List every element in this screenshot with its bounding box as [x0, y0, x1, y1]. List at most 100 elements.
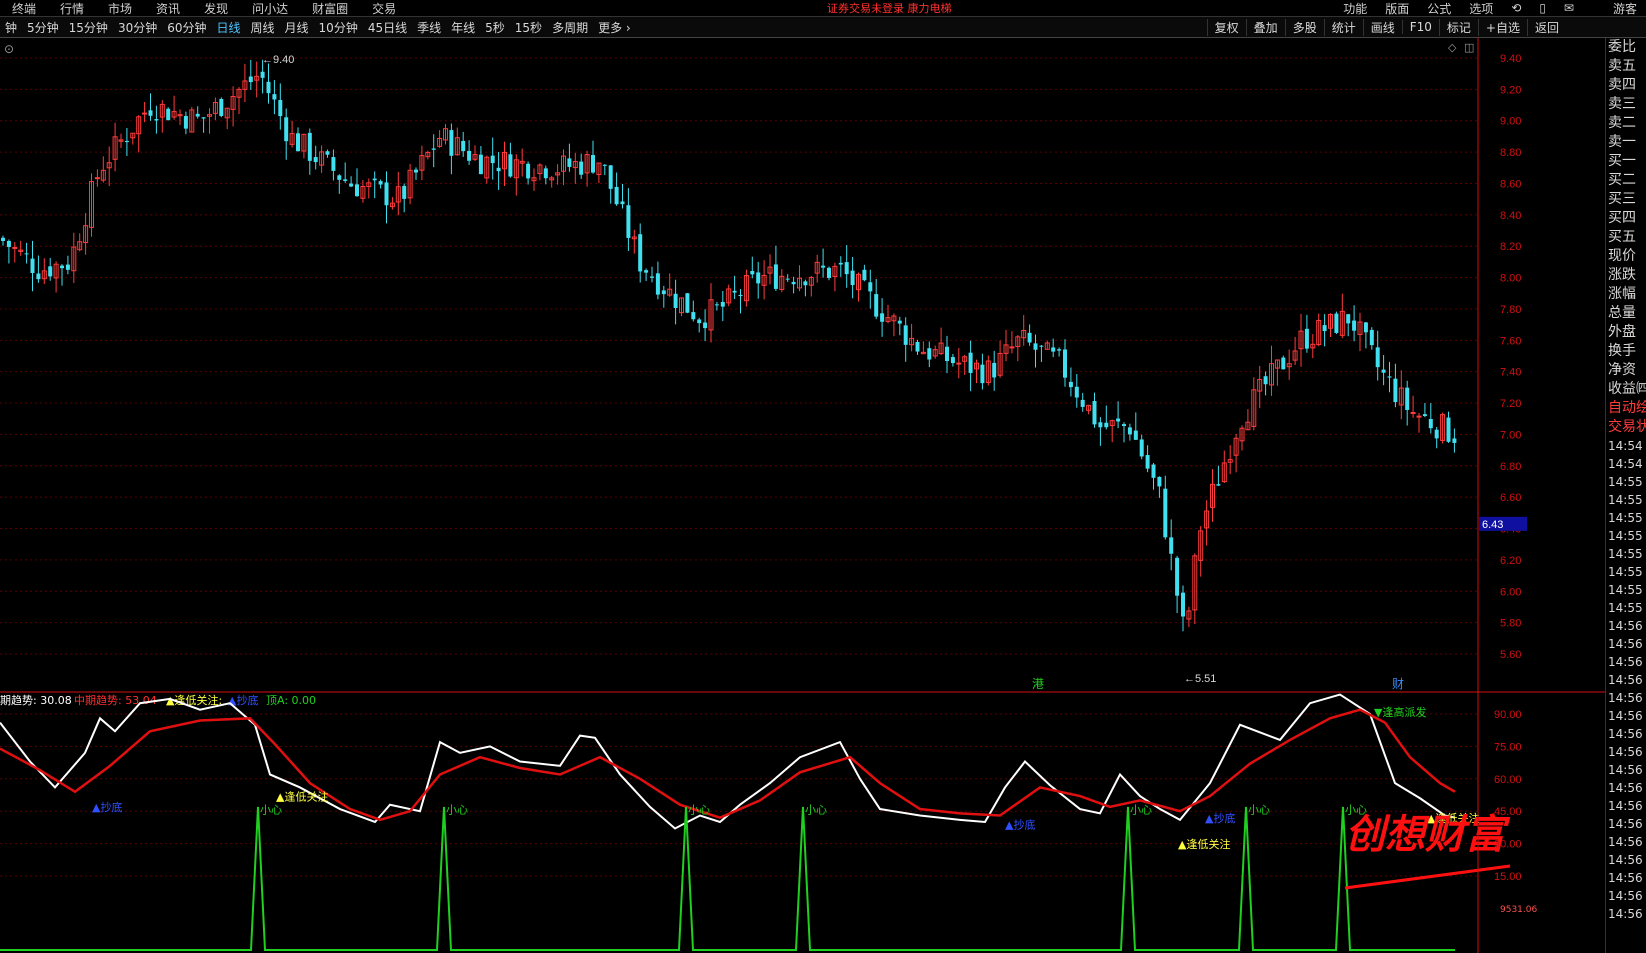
candle-body-down [260, 71, 265, 78]
period-5sec[interactable]: 5秒 [480, 19, 510, 36]
period-60min[interactable]: 60分钟 [162, 19, 211, 36]
period-15sec[interactable]: 15秒 [510, 19, 547, 36]
period-yearly[interactable]: 年线 [446, 19, 480, 36]
tool-mark[interactable]: 标记 [1438, 18, 1478, 36]
period-5min[interactable]: 5分钟 [22, 19, 64, 36]
menu-discover[interactable]: 发现 [192, 0, 240, 17]
indicator-tick-label: 75.00 [1494, 741, 1522, 753]
menu-formula[interactable]: 公式 [1418, 0, 1460, 17]
quote-field-label: 卖二 [1608, 115, 1636, 131]
candle-body-down [773, 264, 778, 289]
candle-body-down [343, 179, 348, 181]
candle-body-up [142, 112, 148, 115]
candle-body-down [1181, 592, 1185, 617]
candle-body-down [1369, 329, 1374, 346]
candle-body-down [1127, 427, 1132, 435]
menu-options[interactable]: 选项 [1460, 0, 1502, 17]
low-price-label: ←5.51 [1184, 673, 1216, 685]
phone-icon[interactable]: ▯ [1530, 1, 1555, 15]
period-10min[interactable]: 10分钟 [314, 19, 363, 36]
candle-body-down [1157, 476, 1162, 487]
tick-time: 14:56 [1608, 799, 1643, 813]
candle-body-down [720, 301, 725, 307]
tool-multistock[interactable]: 多股 [1284, 18, 1324, 36]
indicator-tick-label: 45.00 [1494, 806, 1522, 818]
corner-value: 9531.06 [1500, 905, 1537, 915]
candle-body-down [608, 165, 613, 189]
candle-body-down [880, 313, 885, 322]
period-quarterly[interactable]: 季线 [412, 19, 446, 36]
menu-function[interactable]: 功能 [1334, 0, 1376, 17]
candle-body-down [1175, 557, 1180, 596]
candle-body-up [956, 362, 962, 365]
menu-market[interactable]: 市场 [96, 0, 144, 17]
quote-field-label: 买五 [1608, 229, 1636, 245]
tool-add-watchlist[interactable]: +自选 [1477, 18, 1527, 36]
candle-body-down [614, 186, 619, 205]
menu-community[interactable]: 财富圈 [300, 0, 360, 17]
period-45day[interactable]: 45日线 [363, 19, 412, 36]
period-monthly[interactable]: 月线 [280, 19, 314, 36]
candle-body-down [844, 262, 849, 275]
quote-field-label: 卖一 [1608, 134, 1636, 150]
candle-body-down [431, 148, 436, 150]
candle-body-down [154, 119, 159, 121]
tool-f10[interactable]: F10 [1401, 20, 1439, 34]
tick-time: 14:56 [1608, 619, 1643, 633]
quote-field-label: 净资 [1608, 362, 1636, 378]
caution-label: 小心 [688, 803, 710, 816]
period-15min[interactable]: 15分钟 [64, 19, 113, 36]
quote-field-label: 涨跌 [1608, 267, 1636, 283]
tool-stats[interactable]: 统计 [1323, 18, 1363, 36]
candle-body-down [868, 282, 873, 292]
tick-time: 14:55 [1608, 475, 1643, 489]
caution-label: 小心 [805, 803, 827, 816]
menu-assistant[interactable]: 问小达 [240, 0, 300, 17]
user-label[interactable]: 游客 [1583, 0, 1646, 17]
top-sell-label: ▼逢高派发 [1374, 705, 1426, 719]
mail-icon[interactable]: ✉ [1555, 1, 1583, 15]
period-daily[interactable]: 日线 [212, 19, 246, 36]
candle-body-down [1322, 325, 1327, 332]
period-more[interactable]: 更多 › [593, 19, 636, 36]
menu-news[interactable]: 资讯 [144, 0, 192, 17]
candle-body-down [1033, 343, 1038, 350]
menu-quotes[interactable]: 行情 [48, 0, 96, 17]
panel-toggle-icon: ◫ [1464, 41, 1474, 54]
tick-time: 14:56 [1608, 709, 1643, 723]
price-tick-label: 8.20 [1500, 241, 1521, 253]
period-weekly[interactable]: 周线 [246, 19, 280, 36]
tool-back[interactable]: 返回 [1526, 18, 1566, 36]
menu-terminal[interactable]: 终端 [0, 0, 48, 17]
tool-adjust[interactable]: 复权 [1206, 18, 1246, 36]
quote-field-label: 买四 [1608, 210, 1636, 226]
candle-body-down [732, 290, 737, 293]
hk-connect-marker: 港 [1032, 677, 1044, 691]
candle-body-down [838, 262, 843, 265]
candle-body-down [579, 161, 584, 175]
top-signal-line [0, 806, 1455, 951]
period-multi[interactable]: 多周期 [547, 19, 593, 36]
tick-time: 14:56 [1608, 763, 1643, 777]
candle-body-down [1139, 439, 1144, 457]
candle-body-down [1452, 438, 1457, 443]
candle-body-down [1304, 328, 1309, 349]
kline-chart[interactable]: 期趋势: 30.08 中期趋势: 53.04 ▲逢低关注: ▲抄底 顶A: 0.00小心… [0, 38, 1605, 953]
chart-tools-group: 复权 叠加 多股 统计 画线 F10 标记 +自选 返回 [1206, 17, 1566, 37]
refresh-icon[interactable]: ⟲ [1502, 1, 1530, 15]
candle-body-down [1098, 422, 1103, 428]
tool-draw[interactable]: 画线 [1362, 18, 1402, 36]
menu-layout[interactable]: 版面 [1376, 0, 1418, 17]
tick-time: 14:56 [1608, 781, 1643, 795]
period-minute[interactable]: 钟 [0, 19, 22, 36]
candle-body-down [714, 304, 719, 306]
candle-body-down [543, 168, 548, 179]
caution-label: 小心 [1130, 803, 1152, 816]
tool-overlay[interactable]: 叠加 [1245, 18, 1285, 36]
menu-trade[interactable]: 交易 [360, 0, 408, 17]
candle-body-down [691, 312, 696, 320]
candle-body-down [992, 362, 997, 378]
diamond-icon: ◇ [1448, 41, 1457, 54]
quote-field-label: 卖五 [1608, 58, 1636, 74]
period-30min[interactable]: 30分钟 [113, 19, 162, 36]
